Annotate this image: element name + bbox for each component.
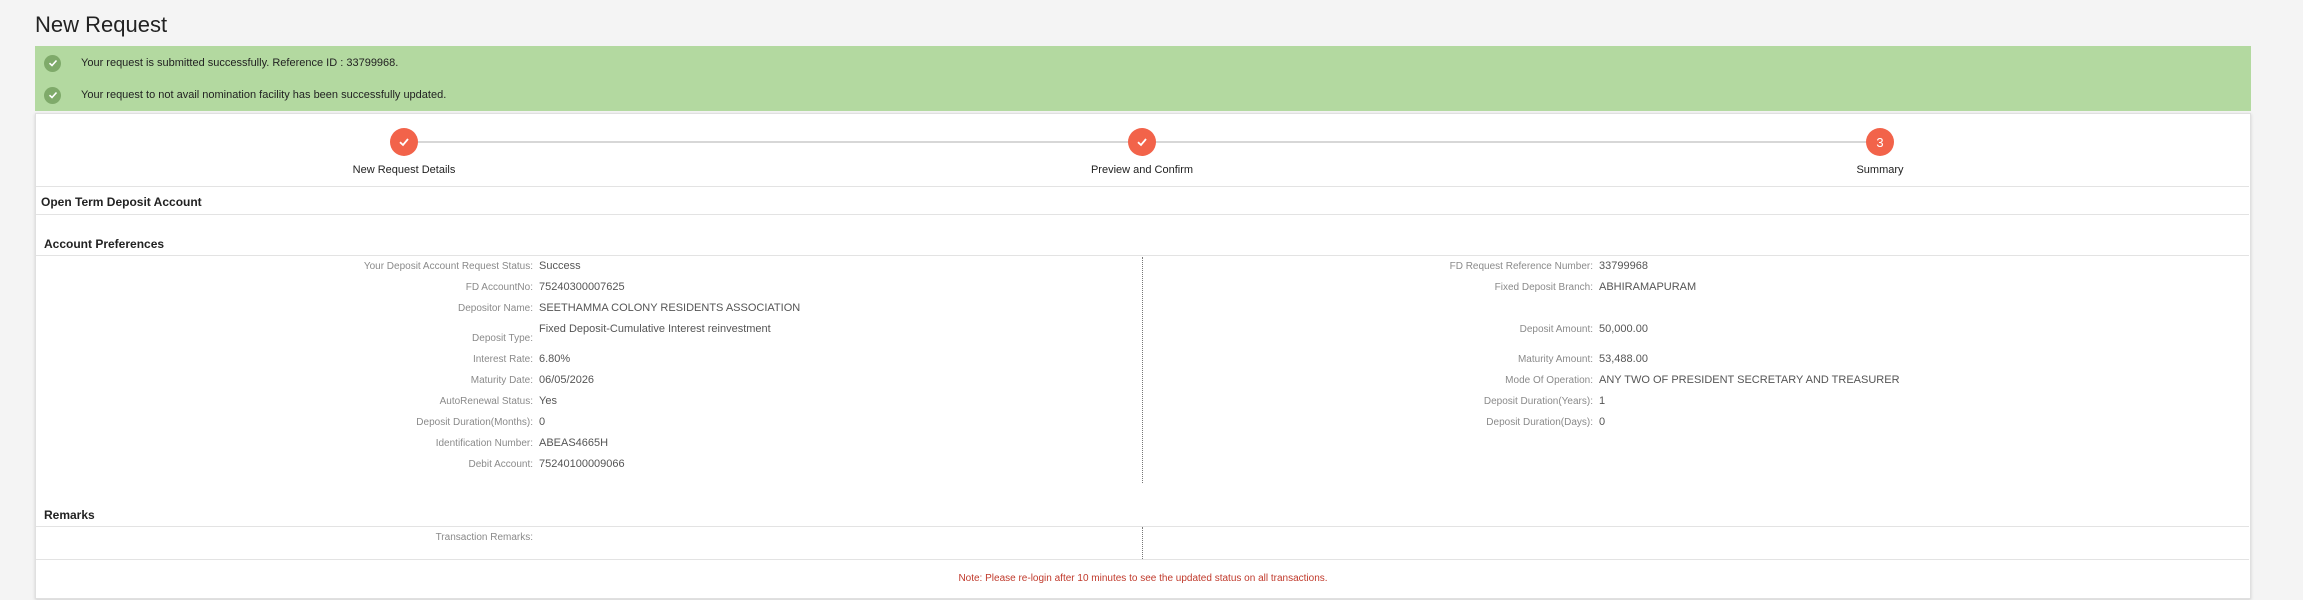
transaction-remarks-label: Transaction Remarks: — [435, 532, 533, 543]
divider — [36, 255, 2249, 256]
deposit-duration-months-value: 0 — [539, 416, 546, 428]
step-1-label: New Request Details — [352, 164, 456, 176]
deposit-type-label: Deposit Type: — [472, 333, 533, 344]
success-alert-box: Your request is submitted successfully. … — [35, 46, 2251, 111]
maturity-date-label: Maturity Date: — [470, 375, 533, 386]
check-circle-icon — [44, 86, 61, 104]
depositor-name-value: SEETHAMMA COLONY RESIDENTS ASSOCIATION — [539, 302, 801, 314]
maturity-date-value: 06/05/2026 — [539, 374, 595, 386]
identification-number-value: ABEAS4665H — [539, 437, 609, 449]
fd-request-reference-label: FD Request Reference Number: — [1449, 261, 1593, 272]
deposit-duration-months-label: Deposit Duration(Months): — [416, 417, 533, 428]
remarks-title: Remarks — [44, 508, 95, 522]
check-circle-icon — [44, 54, 61, 72]
fd-request-reference-value: 33799968 — [1599, 260, 1648, 272]
column-divider — [1142, 527, 1143, 559]
mode-of-operation-label: Mode Of Operation: — [1505, 375, 1593, 386]
alert-row: Your request to not avail nomination fac… — [35, 84, 446, 106]
alert-message: Your request to not avail nomination fac… — [81, 89, 447, 101]
step-1-check-icon — [390, 128, 418, 156]
deposit-type-value: Fixed Deposit-Cumulative Interest reinve… — [539, 323, 771, 335]
account-preferences-title: Account Preferences — [44, 237, 165, 251]
maturity-amount-value: 53,488.00 — [1599, 353, 1648, 365]
autorenewal-status-label: AutoRenewal Status: — [439, 396, 533, 407]
step-2-check-icon — [1128, 128, 1156, 156]
deposit-duration-days-label: Deposit Duration(Days): — [1486, 417, 1593, 428]
identification-number-label: Identification Number: — [435, 438, 533, 449]
column-divider — [1142, 257, 1143, 483]
deposit-amount-value: 50,000.00 — [1599, 323, 1648, 335]
fd-account-no-value: 75240300007625 — [539, 281, 625, 293]
debit-account-value: 75240100009066 — [539, 458, 625, 470]
request-status-label: Your Deposit Account Request Status: — [363, 261, 533, 272]
maturity-amount-label: Maturity Amount: — [1517, 354, 1593, 365]
alert-row: Your request is submitted successfully. … — [35, 52, 398, 74]
fd-account-no-label: FD AccountNo: — [465, 282, 533, 293]
request-status-value: Success — [539, 260, 581, 272]
fixed-deposit-branch-value: ABHIRAMAPURAM — [1599, 281, 1697, 293]
interest-rate-label: Interest Rate: — [472, 354, 533, 365]
deposit-duration-years-value: 1 — [1599, 395, 1606, 407]
alert-message: Your request is submitted successfully. … — [81, 57, 399, 69]
divider — [36, 559, 2249, 560]
page-title: New Request — [35, 12, 168, 37]
step-2-label: Preview and Confirm — [1090, 164, 1194, 176]
fixed-deposit-branch-label: Fixed Deposit Branch: — [1494, 282, 1593, 293]
deposit-amount-label: Deposit Amount: — [1519, 324, 1593, 335]
debit-account-label: Debit Account: — [468, 459, 533, 470]
divider — [36, 186, 2249, 187]
step-3-label: Summary — [1856, 164, 1904, 176]
mode-of-operation-value: ANY TWO OF PRESIDENT SECRETARY AND TREAS… — [1599, 374, 1900, 386]
interest-rate-value: 6.80% — [539, 353, 571, 365]
form-title: Open Term Deposit Account — [41, 195, 202, 209]
depositor-name-label: Depositor Name: — [457, 303, 533, 314]
deposit-duration-days-value: 0 — [1599, 416, 1606, 428]
divider — [36, 214, 2249, 215]
relogin-note: Note: Please re-login after 10 minutes t… — [958, 573, 1328, 584]
step-3-number: 3 — [1866, 128, 1894, 156]
deposit-duration-years-label: Deposit Duration(Years): — [1483, 396, 1593, 407]
autorenewal-status-value: Yes — [539, 395, 557, 407]
